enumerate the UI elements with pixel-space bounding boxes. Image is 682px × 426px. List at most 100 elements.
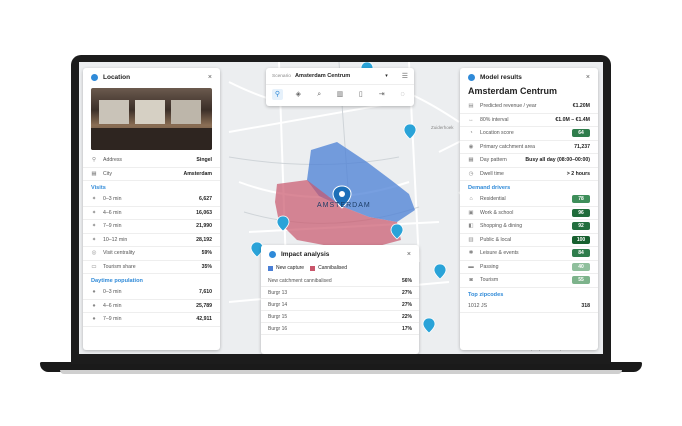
- visits-row: ◎ Visit centrality 59%: [83, 247, 220, 261]
- map-district-label: Zuiderhoek: [431, 125, 454, 130]
- metric-row: ↔ 80% interval €1.0M – €1.4M: [460, 114, 598, 127]
- impact-legend: New capture Cannibalised: [261, 263, 419, 275]
- driver-badge: 100: [572, 235, 590, 244]
- daytime-row: ● 0–3 min 7,610: [83, 286, 220, 300]
- target-icon: ◎: [91, 250, 97, 257]
- comment-icon[interactable]: ◌: [397, 89, 408, 100]
- scenario-value: Amsterdam Centrum: [294, 73, 351, 79]
- visits-row: ✦ 7–9 min 21,990: [83, 220, 220, 234]
- document-icon[interactable]: ▯: [355, 89, 366, 100]
- leisure-icon: ✱: [468, 250, 474, 257]
- clock-icon: ◷: [468, 170, 474, 177]
- day-pattern-row: ▦ Day pattern Busy all day (08:00–00:00): [460, 154, 598, 168]
- public-icon: ▥: [468, 236, 474, 243]
- new-capture-swatch: [268, 265, 273, 271]
- score-badge: 64: [572, 129, 590, 138]
- walking-icon: ✦: [91, 209, 97, 216]
- chevron-down-icon: ▾: [385, 73, 388, 79]
- shopping-icon: ◧: [468, 223, 474, 230]
- score-row: ◔ Location score 64: [460, 127, 598, 141]
- chart-icon[interactable]: ▥: [334, 89, 345, 100]
- app-screen: AMSTERDAM Zuiderhoek Leaflet | © OpenStr…: [79, 62, 603, 354]
- close-icon[interactable]: ×: [208, 74, 212, 81]
- walking-icon: ✦: [91, 236, 97, 243]
- model-title: Model results: [480, 73, 522, 81]
- dwell-row: ◷ Dwell time > 2 hours: [460, 168, 598, 181]
- driver-row: ⌂ Residential 78: [460, 193, 598, 207]
- menu-icon[interactable]: ☰: [402, 72, 408, 80]
- search-icon[interactable]: ⌕: [314, 89, 325, 100]
- scenario-selector[interactable]: Scenario Amsterdam Centrum ▾ ☰: [266, 68, 414, 85]
- city-value: Amsterdam: [183, 170, 212, 177]
- driver-badge: 92: [572, 222, 590, 231]
- driver-badge: 55: [572, 276, 590, 285]
- daytime-title: Daytime population: [91, 278, 143, 284]
- driver-row: ◧ Shopping & dining 92: [460, 220, 598, 234]
- walking-icon: ✦: [91, 196, 97, 203]
- export-icon[interactable]: ⇥: [376, 89, 387, 100]
- visits-row: ▭ Tourism share 35%: [83, 261, 220, 274]
- address-value: Singel: [196, 157, 212, 164]
- impact-row[interactable]: Burgr 16 17%: [261, 323, 419, 335]
- area-icon: ◉: [468, 143, 474, 150]
- impact-header: Impact analysis ×: [261, 245, 419, 263]
- daytime-row: ● 4–6 min 25,789: [83, 300, 220, 313]
- driver-badge: 96: [572, 208, 590, 217]
- impact-row[interactable]: Burgr 14 27%: [261, 299, 419, 311]
- driver-row: ▬ Passing 40: [460, 261, 598, 274]
- driver-row: ◙ Tourism 55: [460, 274, 598, 288]
- pin-tool-icon[interactable]: ⚲: [272, 89, 283, 100]
- impact-icon: [269, 250, 276, 258]
- zipcode-row: 1012 JS 318: [460, 300, 598, 313]
- cannibalised-label: Cannibalised: [318, 265, 347, 271]
- close-icon[interactable]: ×: [586, 74, 590, 81]
- catchment-row: ◉ Primary catchment area 71,237: [460, 141, 598, 154]
- scenario-label: Scenario: [272, 73, 291, 79]
- close-icon[interactable]: ×: [407, 251, 411, 258]
- demand-drivers-title: Demand drivers: [468, 185, 511, 191]
- money-icon: ▤: [468, 103, 474, 110]
- scenario-toolbar: Scenario Amsterdam Centrum ▾ ☰ ⚲ ◈ ⌕ ▥ ▯…: [266, 68, 414, 106]
- location-panel-title: Location: [103, 73, 131, 81]
- map-city-label: AMSTERDAM: [317, 202, 371, 209]
- model-results-panel: Model results × Amsterdam Centrum ▤ Predi…: [460, 68, 598, 350]
- building-icon: ▦: [91, 170, 97, 177]
- driver-badge: 78: [572, 195, 590, 204]
- person-icon: ●: [92, 289, 96, 296]
- impact-title: Impact analysis: [281, 250, 330, 258]
- city-label: City: [103, 170, 112, 177]
- driver-badge: 40: [572, 262, 590, 271]
- camera-icon: ◙: [469, 277, 473, 284]
- interval-icon: ↔: [468, 116, 474, 123]
- impact-row: New catchment cannibalised 56%: [261, 275, 419, 287]
- laptop-base: [60, 370, 622, 374]
- impact-analysis-panel: Impact analysis × New capture Cannibalis…: [261, 245, 419, 354]
- top-zipcodes-title: Top zipcodes: [468, 291, 504, 298]
- layers-icon[interactable]: ◈: [293, 89, 304, 100]
- impact-row[interactable]: Burgr 13 27%: [261, 287, 419, 299]
- model-location-name: Amsterdam Centrum: [468, 86, 558, 96]
- driver-row: ✱ Leisure & events 84: [460, 247, 598, 261]
- metric-row: ▤ Predicted revenue / year €1.20M: [460, 100, 598, 114]
- city-row: ▦ City Amsterdam: [83, 168, 220, 181]
- calendar-icon: ▦: [468, 157, 474, 164]
- model-icon: [468, 73, 475, 81]
- visits-title: Visits: [91, 185, 106, 191]
- location-pin-icon: [91, 73, 98, 81]
- visits-row: ✦ 10–12 min 28,192: [83, 234, 220, 247]
- gauge-icon: ◔: [469, 130, 473, 137]
- cannibalised-swatch: [310, 265, 316, 271]
- impact-row[interactable]: Burgr 15 22%: [261, 311, 419, 323]
- address-row: ⚲ Address Singel: [83, 154, 220, 168]
- briefcase-icon: ▣: [468, 209, 474, 216]
- storefront-photo: [91, 88, 212, 150]
- person-icon: ●: [92, 302, 96, 309]
- driver-row: ▥ Public & local 100: [460, 234, 598, 247]
- address-label: Address: [103, 157, 123, 164]
- home-icon: ⌂: [469, 196, 473, 203]
- walking-icon: ✦: [91, 223, 97, 230]
- car-icon: ▬: [468, 263, 474, 270]
- driver-badge: 84: [572, 249, 590, 258]
- model-header: Model results ×: [460, 68, 598, 86]
- map-icon: ▭: [91, 263, 97, 270]
